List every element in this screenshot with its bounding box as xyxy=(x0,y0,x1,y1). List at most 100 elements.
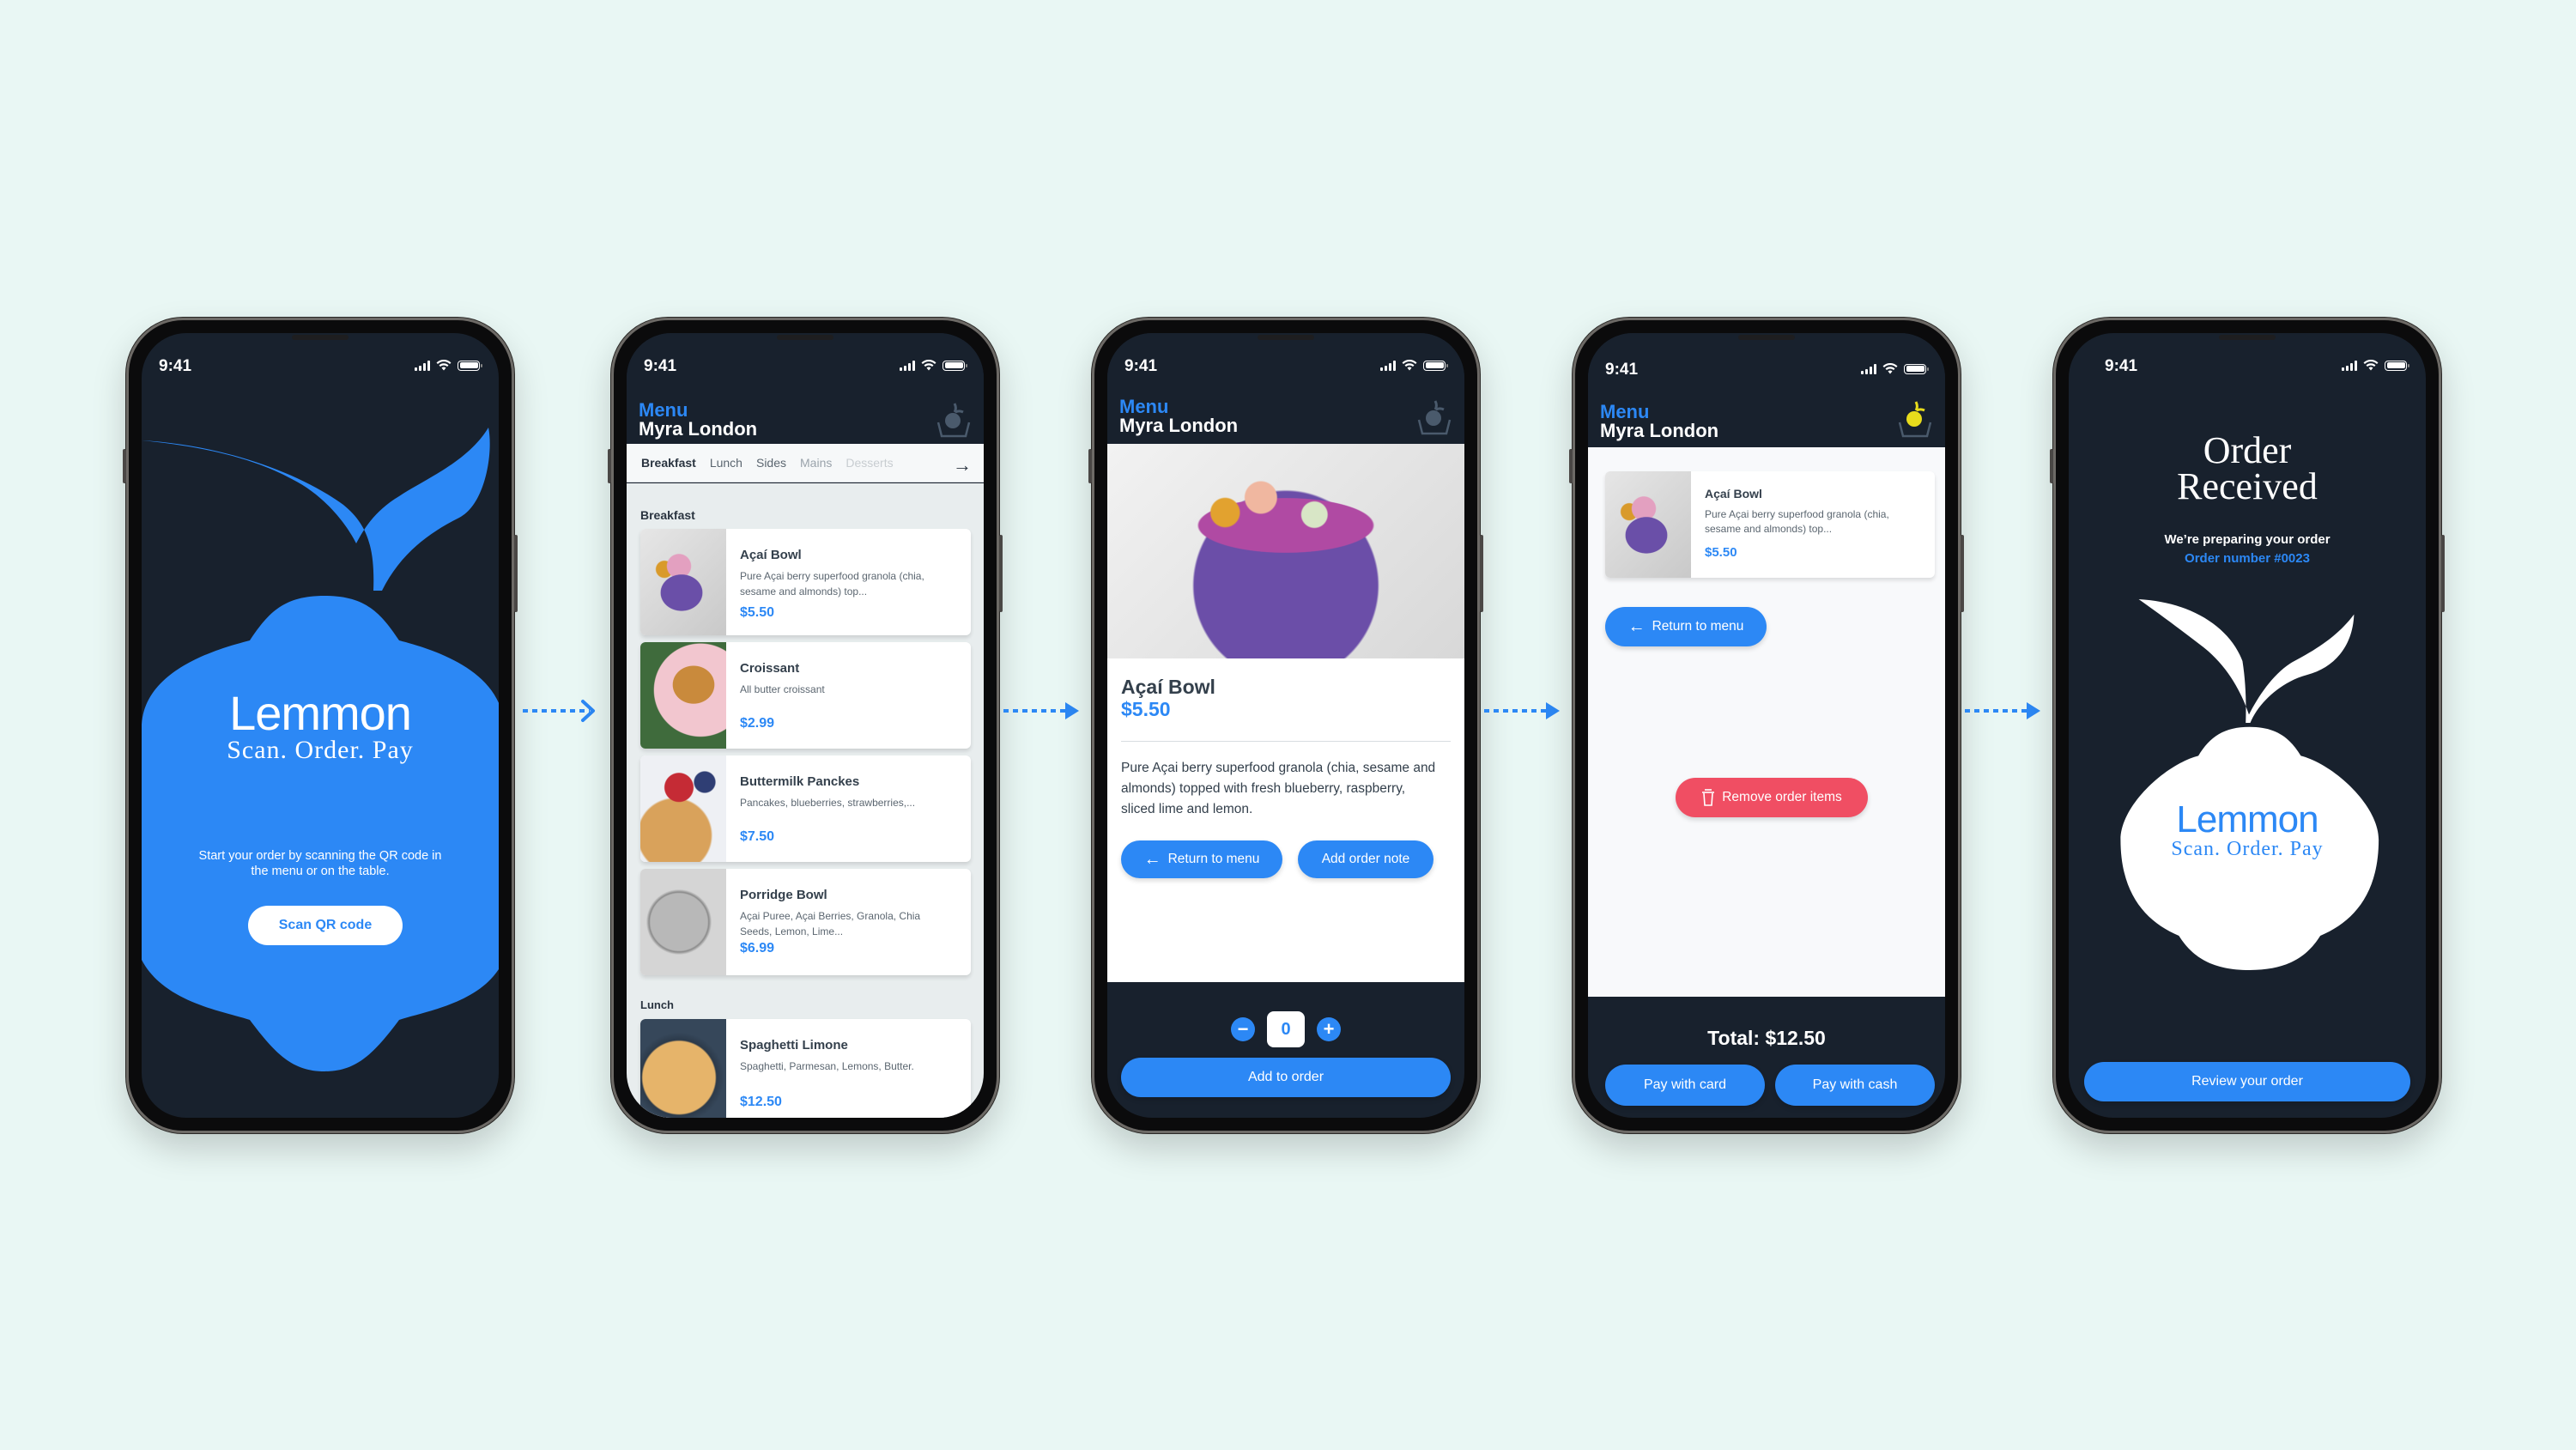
header-menu-label: Menu xyxy=(1600,401,1650,422)
wifi-icon xyxy=(2363,360,2379,371)
add-order-note-button[interactable]: Add order note xyxy=(1298,840,1433,878)
item-detail-screen: 9:41 Menu Myra London Açaí Bowl $5.50 Pu… xyxy=(1107,333,1464,1118)
item-name: Porridge Bowl xyxy=(740,888,827,902)
welcome-screen: 9:41 Lemmon Scan. Order. Pay Start your … xyxy=(142,333,499,1118)
brand-logo: Lemmon Scan. Order. Pay xyxy=(2069,798,2426,861)
notch xyxy=(777,335,833,340)
status-bar: 9:41 xyxy=(1107,357,1464,375)
battery-icon xyxy=(458,360,482,371)
battery-icon xyxy=(2385,360,2409,371)
tab-mains[interactable]: Mains xyxy=(800,456,832,470)
title-line-2: Received xyxy=(2177,465,2318,507)
item-description: Pure Açai berry superfood granola (chia,… xyxy=(1121,761,1436,816)
arrow-left-icon: ← xyxy=(1627,616,1646,636)
cart-body: Açaí Bowl Pure Açai berry superfood gran… xyxy=(1588,447,1945,997)
section-title-lunch: Lunch xyxy=(640,998,674,1011)
basket-lemon-icon[interactable] xyxy=(1415,397,1452,437)
menu-item-card[interactable]: Spaghetti Limone Spaghetti, Parmesan, Le… xyxy=(640,1019,971,1118)
status-time: 9:41 xyxy=(2105,357,2138,375)
wifi-icon xyxy=(1402,360,1417,371)
return-to-menu-button[interactable]: ← Return to menu xyxy=(1605,607,1767,646)
tab-breakfast[interactable]: Breakfast xyxy=(641,456,696,470)
item-price: $5.50 xyxy=(740,605,775,620)
item-price: $5.50 xyxy=(1705,545,1737,560)
item-name: Croissant xyxy=(740,661,800,676)
category-tabs: Breakfast Lunch Sides Mains Desserts → xyxy=(627,444,984,482)
brand-name: Lemmon xyxy=(2176,798,2318,840)
wifi-icon xyxy=(1882,363,1898,374)
plus-icon[interactable]: + xyxy=(1317,1017,1341,1041)
item-price: $2.99 xyxy=(740,716,775,731)
minus-icon[interactable]: − xyxy=(1231,1017,1255,1041)
item-name: Buttermilk Panckes xyxy=(740,774,860,789)
item-price: $7.50 xyxy=(740,829,775,844)
status-time: 9:41 xyxy=(644,357,677,375)
signal-icon xyxy=(415,360,430,371)
remove-order-items-button[interactable]: Remove order items xyxy=(1676,778,1868,817)
app-header: 9:41 Menu Myra London xyxy=(1588,333,1945,447)
wifi-icon xyxy=(436,360,452,371)
flow-arrow-1 xyxy=(523,700,595,722)
order-received-title: Order Received xyxy=(2069,429,2426,507)
menu-item-card[interactable]: Açaí Bowl Pure Açai berry superfood gran… xyxy=(640,529,971,635)
basket-lemon-filled-icon[interactable] xyxy=(1895,400,1933,440)
spaghetti-image xyxy=(640,1019,726,1118)
item-name: Spaghetti Limone xyxy=(740,1038,848,1053)
preparing-message: We’re preparing your order xyxy=(2164,532,2331,547)
status-time: 9:41 xyxy=(159,357,192,375)
tab-lunch[interactable]: Lunch xyxy=(710,456,742,470)
menu-item-card[interactable]: Croissant All butter croissant $2.99 xyxy=(640,642,971,749)
item-description: Pancakes, blueberries, strawberries,... xyxy=(740,797,916,809)
status-bar: 9:41 xyxy=(1588,361,1945,379)
flow-arrow-2 xyxy=(1003,702,1079,719)
signal-icon xyxy=(1380,360,1396,371)
phone-cart: 9:41 Menu Myra London Açaí Bowl Pure Aça… xyxy=(1569,318,1964,1133)
pay-with-cash-button[interactable]: Pay with cash xyxy=(1775,1065,1935,1106)
cart-item-card[interactable]: Açaí Bowl Pure Açai berry superfood gran… xyxy=(1605,471,1935,578)
return-to-menu-button[interactable]: ← Return to menu xyxy=(1121,840,1282,878)
item-price: $5.50 xyxy=(1121,698,1171,720)
menu-item-card[interactable]: Buttermilk Panckes Pancakes, blueberries… xyxy=(640,755,971,862)
wifi-icon xyxy=(921,360,936,371)
quantity-value[interactable]: 0 xyxy=(1267,1011,1305,1047)
pay-with-card-button[interactable]: Pay with card xyxy=(1605,1065,1765,1106)
tab-sides[interactable]: Sides xyxy=(756,456,786,470)
restaurant-name: Myra London xyxy=(1600,420,1719,441)
notch xyxy=(1258,335,1314,340)
battery-icon xyxy=(943,360,967,371)
signal-icon xyxy=(2342,360,2357,371)
notch xyxy=(292,335,349,340)
cart-screen: 9:41 Menu Myra London Açaí Bowl Pure Aça… xyxy=(1588,333,1945,1118)
status-bar: 9:41 xyxy=(142,357,499,375)
phone-item-detail: 9:41 Menu Myra London Açaí Bowl $5.50 Pu… xyxy=(1088,318,1483,1133)
brand-logo: Lemmon Scan. Order. Pay xyxy=(142,685,499,765)
menu-item-card[interactable]: Porridge Bowl Açai Puree, Açai Berries, … xyxy=(640,869,971,975)
item-description: All butter croissant xyxy=(740,683,825,695)
brand-name: Lemmon xyxy=(229,686,412,740)
return-to-menu-label: Return to menu xyxy=(1167,852,1260,866)
signal-icon xyxy=(900,360,915,371)
status-bar: 9:41 xyxy=(2069,357,2426,375)
menu-list: Breakfast Açaí Bowl Pure Açai berry supe… xyxy=(627,483,984,1118)
quantity-stepper: − 0 + xyxy=(1107,1011,1464,1047)
item-price: $12.50 xyxy=(740,1095,782,1109)
notch xyxy=(2219,335,2276,340)
restaurant-name: Myra London xyxy=(1119,415,1239,436)
title-line-1: Order xyxy=(2203,429,2292,471)
acai-bowl-image xyxy=(640,529,726,635)
review-order-button[interactable]: Review your order xyxy=(2084,1062,2410,1101)
tab-desserts[interactable]: Desserts xyxy=(846,456,893,470)
header-menu-label: Menu xyxy=(1119,396,1169,417)
return-to-menu-label: Return to menu xyxy=(1652,619,1744,634)
battery-icon xyxy=(1904,363,1929,374)
croissant-image xyxy=(640,642,726,749)
brand-tagline: Scan. Order. Pay xyxy=(227,736,414,764)
phone-welcome: 9:41 Lemmon Scan. Order. Pay Start your … xyxy=(123,318,518,1133)
item-name: Açaí Bowl xyxy=(1705,487,1762,501)
basket-lemon-icon[interactable] xyxy=(934,400,972,440)
section-title-breakfast: Breakfast xyxy=(640,508,695,522)
scan-qr-button[interactable]: Scan QR code xyxy=(248,906,403,945)
notch xyxy=(1738,335,1795,340)
add-to-order-button[interactable]: Add to order xyxy=(1121,1058,1451,1097)
arrow-right-icon[interactable]: → xyxy=(953,454,972,476)
